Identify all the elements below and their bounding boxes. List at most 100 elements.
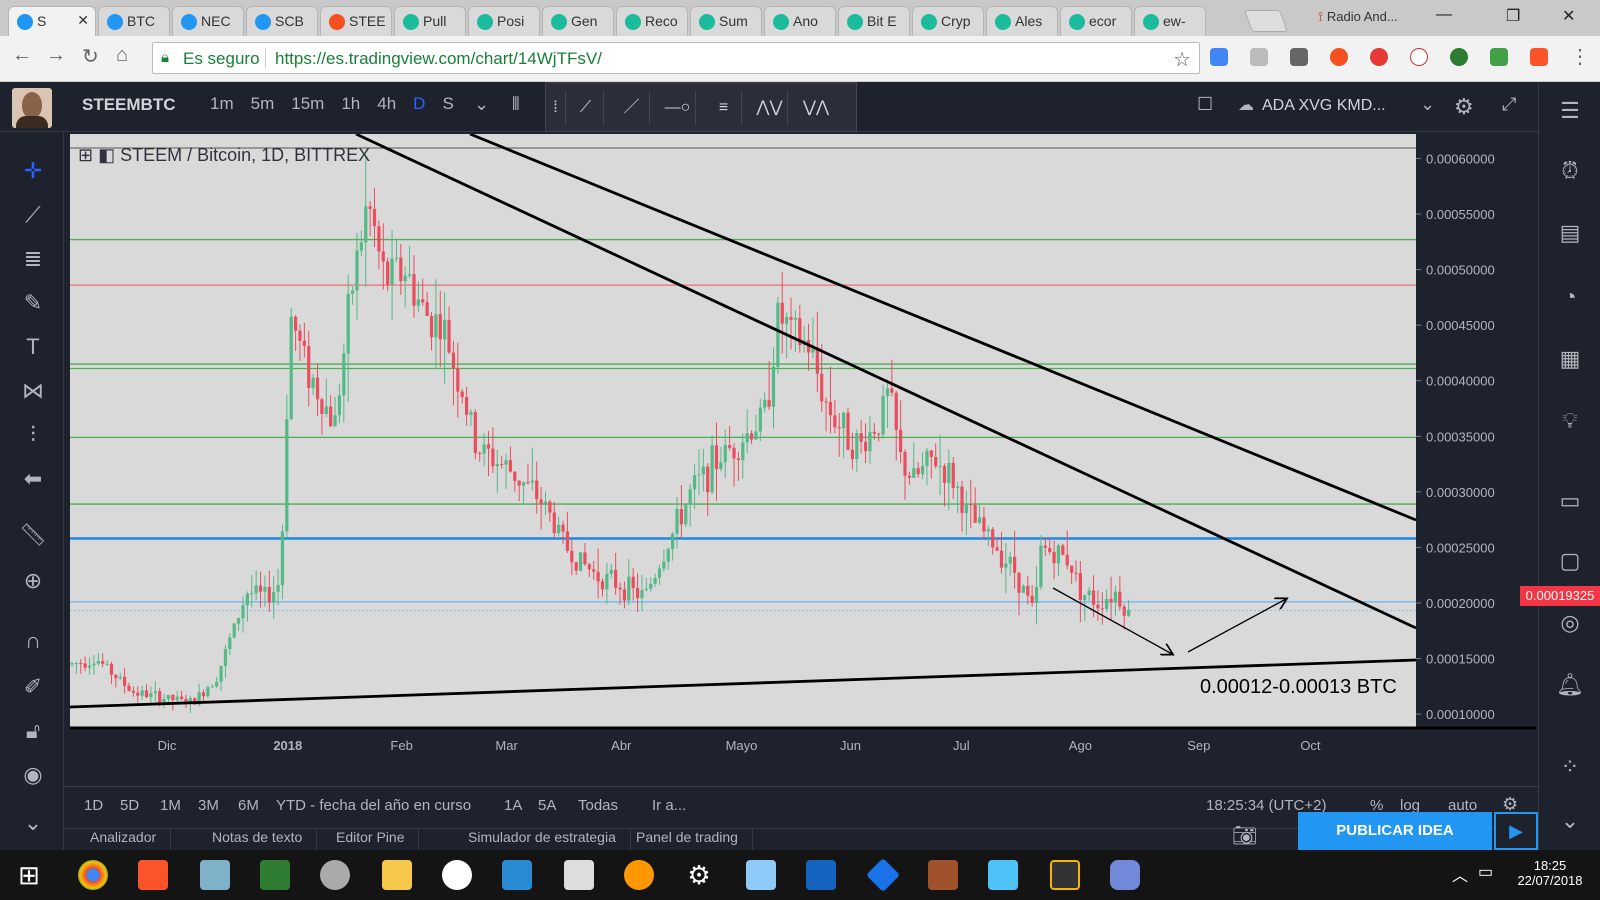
range-option[interactable]: Ir a... xyxy=(652,797,686,814)
interval-option[interactable]: 1h xyxy=(341,94,360,114)
chart-area[interactable]: 0.00060000 0.00055000 0.00050000 0.00045000… xyxy=(70,134,1600,786)
publish-video-play-icon[interactable]: ▶ xyxy=(1494,812,1538,850)
hotlist-icon[interactable]: ◔ xyxy=(1553,280,1587,314)
trendline-tool-icon[interactable]: ⟋ xyxy=(568,91,604,125)
abc-pattern-icon[interactable]: ⋁⋀ xyxy=(798,91,834,125)
candle-style-icon[interactable]: ⫴ xyxy=(512,94,520,115)
eye-icon[interactable]: ◉ xyxy=(18,760,48,790)
range-option[interactable]: 6M xyxy=(238,797,259,814)
url-text[interactable]: https://es.tradingview.com/chart/14WjTFs… xyxy=(275,49,602,69)
back-arrow-icon[interactable]: ⬅ xyxy=(18,464,48,494)
brush-icon[interactable]: ✎ xyxy=(18,288,48,318)
interval-option[interactable]: 15m xyxy=(291,94,324,114)
browser-tab[interactable]: ew- xyxy=(1134,6,1206,36)
green-extension-icon[interactable] xyxy=(1490,48,1508,66)
tab-close-icon[interactable]: ✕ xyxy=(77,12,89,29)
layout-square-icon[interactable]: ☐ xyxy=(1197,94,1213,115)
range-option[interactable]: 5A xyxy=(538,797,556,814)
home-button[interactable]: ⌂ xyxy=(116,44,128,67)
camera-snapshot-icon[interactable]: 📷︎ xyxy=(1232,823,1257,848)
brave-taskbar-icon[interactable] xyxy=(138,860,168,890)
brave-extension-icon[interactable] xyxy=(1530,48,1548,66)
paint-taskbar-icon[interactable] xyxy=(624,860,654,890)
abcde-pattern-icon[interactable]: ⋀⋁ xyxy=(752,91,788,125)
menu-dots-icon[interactable]: ⋮ xyxy=(1570,44,1590,69)
unlock-icon[interactable]: 🔓︎ xyxy=(18,716,48,746)
cloud-extension-icon[interactable] xyxy=(1250,48,1268,66)
translate-extension-icon[interactable] xyxy=(1210,48,1228,66)
fib-retracement-icon[interactable]: ≣ xyxy=(18,244,48,274)
mouse-taskbar-icon[interactable] xyxy=(260,860,290,890)
maximize-button[interactable]: ❐ xyxy=(1506,6,1520,26)
watchlist-icon[interactable]: ☰ xyxy=(1553,94,1587,128)
browser-tab[interactable]: STEE xyxy=(320,6,392,36)
profile-button[interactable]: ⟟ Radio And... xyxy=(1318,9,1398,25)
ruler-icon[interactable]: 📏︎ xyxy=(18,520,48,550)
crosshair-icon[interactable]: ✛ xyxy=(18,156,48,186)
horizontal-ray-icon[interactable]: —○— xyxy=(660,91,696,150)
messages-icon[interactable]: ▢ xyxy=(1553,544,1587,578)
notes-taskbar-icon[interactable] xyxy=(200,860,230,890)
browser-tab[interactable]: ecor xyxy=(1060,6,1132,36)
taskbar-clock[interactable]: 18:25 22/07/2018 xyxy=(1500,858,1600,888)
avatar[interactable] xyxy=(12,88,52,128)
id-card-taskbar-icon[interactable] xyxy=(988,860,1018,890)
browser-tab[interactable]: S ✕ xyxy=(8,6,96,36)
range-option[interactable]: 1A xyxy=(504,797,522,814)
fullscreen-icon[interactable]: ⤢ xyxy=(1502,94,1516,115)
fox-taskbar-icon[interactable] xyxy=(442,860,472,890)
alarm-clock-icon[interactable]: ⏰︎ xyxy=(1553,154,1587,188)
folder-taskbar-icon[interactable] xyxy=(382,860,412,890)
block-extension-icon[interactable] xyxy=(1370,48,1388,66)
browser-tab[interactable]: Sum xyxy=(690,6,762,36)
browser-tab[interactable]: Ano xyxy=(764,6,836,36)
interval-option[interactable]: D xyxy=(413,94,425,114)
network-icon[interactable]: ▭ xyxy=(1478,862,1493,882)
ideas-bulb-icon[interactable]: 💡︎ xyxy=(1553,404,1587,438)
shield-extension-icon[interactable] xyxy=(1330,48,1348,66)
tool-taskbar-icon[interactable] xyxy=(1050,860,1080,890)
info-extension-icon[interactable] xyxy=(1410,48,1428,66)
data-window-icon[interactable]: ▤ xyxy=(1553,216,1587,250)
rabbit-taskbar-icon[interactable] xyxy=(928,860,958,890)
browser-tab[interactable]: Pull xyxy=(394,6,466,36)
publish-idea-button[interactable]: PUBLICAR IDEA xyxy=(1298,812,1492,850)
close-window-button[interactable]: ✕ xyxy=(1562,6,1575,26)
browser-tab[interactable]: Gen xyxy=(542,6,614,36)
parallel-channel-icon[interactable]: ≡ xyxy=(706,91,742,125)
browser-tab[interactable]: Cryp xyxy=(912,6,984,36)
magnet-icon[interactable]: ∩ xyxy=(18,626,48,656)
panel-tab[interactable]: Panel de trading xyxy=(622,829,753,851)
range-option[interactable]: 1D xyxy=(84,797,103,814)
watchlist-dropdown-icon[interactable]: ⌄ xyxy=(1420,94,1435,115)
legend-toggle-icon[interactable]: ⊞ ◧ xyxy=(78,145,120,165)
url-omnibox[interactable]: 🔒︎ Es seguro https://es.tradingview.com/… xyxy=(152,42,1200,74)
browser-tab[interactable]: BTC xyxy=(98,6,170,36)
forward-button[interactable]: → xyxy=(46,44,66,67)
windows-start-icon[interactable]: ⊞ xyxy=(14,860,44,890)
chevron-down-icon[interactable]: ⌄ xyxy=(1553,804,1587,838)
range-option[interactable]: Todas xyxy=(578,797,618,814)
tray-chevron-icon[interactable]: ︿ xyxy=(1452,862,1468,886)
interval-dropdown-icon[interactable]: ⌄ xyxy=(474,94,489,115)
range-option[interactable]: 3M xyxy=(198,797,219,814)
panel-tab[interactable]: Simulador de estrategia xyxy=(454,829,631,851)
chrome-taskbar-icon[interactable] xyxy=(78,860,108,890)
watchlist-button[interactable]: ☁ ADA XVG KMD... xyxy=(1238,95,1386,115)
panel-tab[interactable]: Editor Pine xyxy=(322,829,420,851)
interval-option[interactable]: 1m xyxy=(210,94,234,114)
browser-tab[interactable]: Reco xyxy=(616,6,688,36)
audio-taskbar-icon[interactable] xyxy=(320,860,350,890)
range-option[interactable]: 5D xyxy=(120,797,139,814)
settings-gear-icon[interactable]: ⚙ xyxy=(1454,94,1474,120)
back-button[interactable]: ← xyxy=(12,44,32,67)
new-tab-button[interactable] xyxy=(1243,10,1289,32)
interval-option[interactable]: 4h xyxy=(377,94,396,114)
notification-bell-icon[interactable]: 🔔︎ xyxy=(1553,668,1587,702)
settings-taskbar-icon[interactable]: ⚙ xyxy=(684,860,714,890)
browser-tab[interactable]: Posi xyxy=(468,6,540,36)
panel-tab[interactable]: Analizador xyxy=(76,829,172,851)
zoom-icon[interactable]: ⊕ xyxy=(18,566,48,596)
interval-option[interactable]: 5m xyxy=(251,94,275,114)
minimize-button[interactable]: — xyxy=(1436,6,1452,24)
